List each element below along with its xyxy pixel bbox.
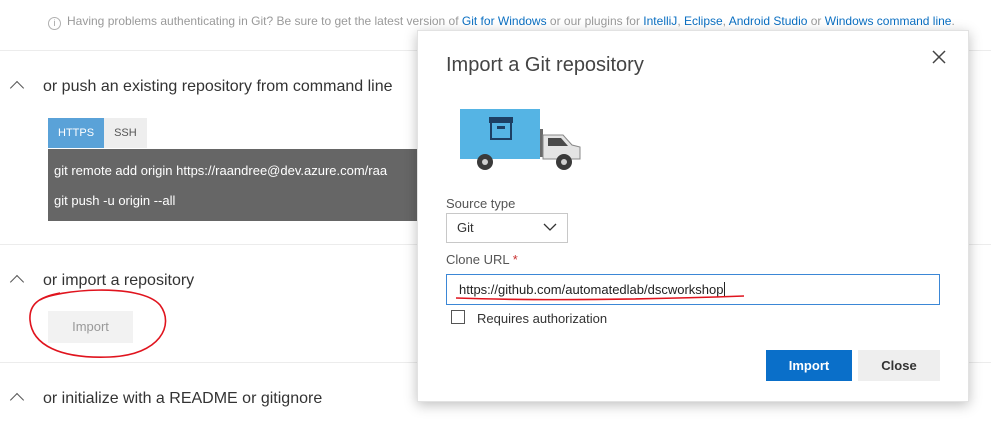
requires-authorization-checkbox[interactable] [451, 310, 465, 324]
push-section-header[interactable]: or push an existing repository from comm… [9, 78, 393, 96]
close-icon[interactable] [931, 49, 947, 65]
chevron-down-icon [543, 223, 557, 231]
dialog-title: Import a Git repository [446, 54, 644, 76]
requires-authorization-label[interactable]: Requires authorization [477, 311, 607, 326]
import-repository-button[interactable]: Import [48, 311, 133, 343]
clone-url-label: Clone URL * [446, 252, 518, 267]
chevron-up-icon[interactable] [9, 392, 25, 408]
source-type-select[interactable]: Git [446, 213, 568, 243]
auth-notice: i Having problems authenticating in Git? … [48, 14, 955, 30]
truck-illustration-icon [460, 109, 581, 170]
git-for-windows-link[interactable]: Git for Windows [462, 14, 547, 28]
close-button[interactable]: Close [858, 350, 940, 381]
command-remote-add: git remote add origin https://raandree@d… [54, 163, 388, 178]
tab-https[interactable]: HTTPS [48, 118, 105, 148]
protocol-tabs: HTTPS SSH [48, 118, 147, 148]
intellij-link[interactable]: IntelliJ [643, 14, 677, 28]
source-type-label: Source type [446, 196, 516, 211]
info-icon: i [48, 17, 61, 30]
eclipse-link[interactable]: Eclipse [684, 14, 723, 28]
import-section-title: or import a repository [43, 272, 195, 289]
import-button[interactable]: Import [766, 350, 852, 381]
initialize-section-header[interactable]: or initialize with a README or gitignore [9, 390, 323, 408]
command-push: git push -u origin --all [54, 193, 176, 208]
push-section-title: or push an existing repository from comm… [43, 78, 393, 95]
tab-ssh[interactable]: SSH [104, 118, 147, 148]
import-repository-dialog: Import a Git repository Source type Git … [417, 30, 969, 402]
android-studio-link[interactable]: Android Studio [729, 14, 808, 28]
import-section-header[interactable]: or import a repository [9, 272, 195, 290]
chevron-up-icon[interactable] [9, 80, 25, 96]
command-box: git remote add origin https://raandree@d… [48, 149, 428, 221]
initialize-section-title: or initialize with a README or gitignore [43, 390, 323, 407]
required-marker: * [512, 252, 518, 267]
windows-command-line-link[interactable]: Windows command line [825, 14, 952, 28]
annotation-underline [455, 295, 745, 301]
chevron-up-icon[interactable] [9, 274, 25, 290]
source-type-value: Git [457, 220, 474, 235]
